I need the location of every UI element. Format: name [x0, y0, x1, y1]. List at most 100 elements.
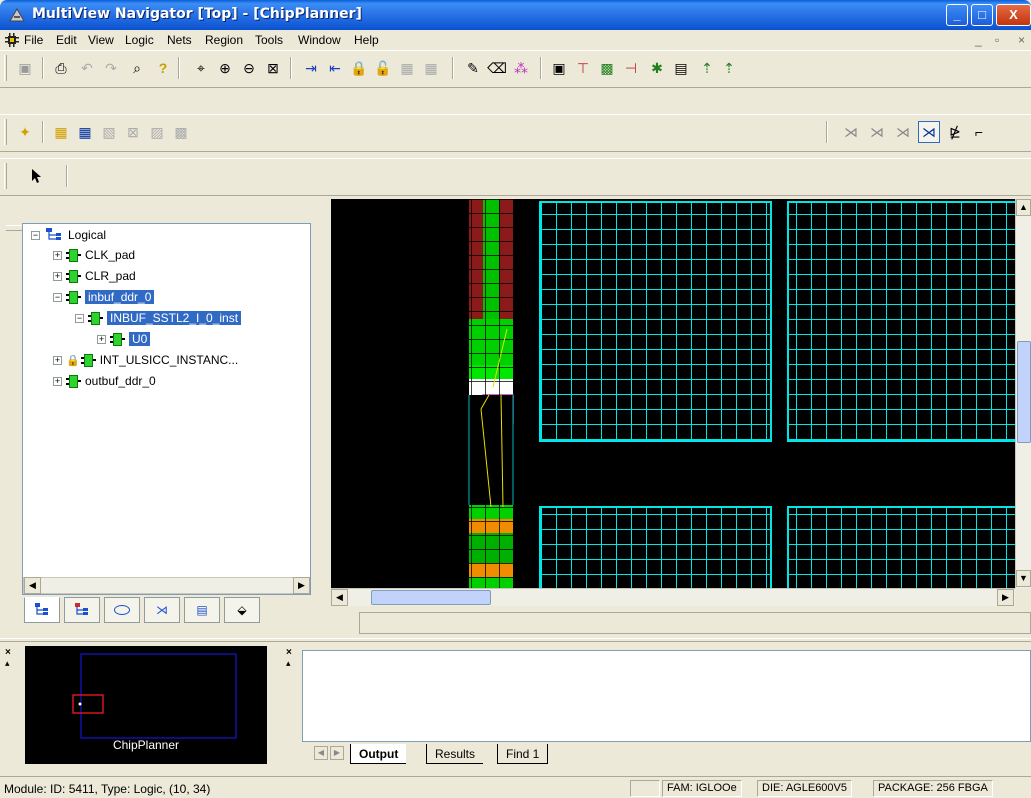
scroll-left-icon[interactable]: ◀ — [24, 577, 41, 594]
logic-block-bottom-right[interactable] — [787, 506, 1015, 588]
lock-icon[interactable]: 🔒 — [348, 57, 370, 79]
tab-find-1[interactable]: Find 1 — [497, 744, 549, 764]
menu-edit[interactable]: Edit — [56, 33, 77, 47]
zoom-fit-icon[interactable]: ⊠ — [262, 57, 284, 79]
commit-icon[interactable]: ⇥ — [300, 57, 322, 79]
scroll-up-icon[interactable]: ▲ — [1016, 199, 1031, 216]
zoom-area-icon[interactable]: ⌖ — [190, 57, 212, 79]
color-icon[interactable]: ⁂ — [510, 57, 532, 79]
maximize-button[interactable]: □ — [971, 4, 993, 26]
net-mid-icon[interactable]: ⋊ — [866, 121, 888, 143]
scroll-right-icon[interactable]: ▶ — [293, 577, 310, 594]
tree-node-clr-pad[interactable]: + CLR_pad — [53, 267, 136, 285]
toolbar-grip[interactable] — [4, 163, 7, 189]
scroll-down-icon[interactable]: ▼ — [1016, 570, 1031, 587]
menu-help[interactable]: Help — [354, 33, 379, 47]
tab-scroll-right-icon[interactable]: ▶ — [330, 746, 344, 760]
menu-logic[interactable]: Logic — [125, 33, 154, 47]
menu-nets[interactable]: Nets — [167, 33, 192, 47]
ratsnest-icon[interactable]: ⋭ — [944, 121, 966, 143]
region-edit-icon[interactable]: ▧ — [98, 121, 120, 143]
toolbar-grip[interactable] — [4, 55, 7, 81]
net-left-icon[interactable]: ⋊ — [840, 121, 862, 143]
tab-net-view[interactable]: ⋊ — [144, 597, 180, 623]
tab-3d-view[interactable]: ⬙ — [224, 597, 260, 623]
minimap-close-icon[interactable]: × — [5, 648, 19, 658]
tab-scroll-left-icon[interactable]: ◀ — [314, 746, 328, 760]
scroll-left-icon[interactable]: ◀ — [331, 589, 348, 606]
menu-region[interactable]: Region — [205, 33, 243, 47]
menu-tools[interactable]: Tools — [255, 33, 283, 47]
net-view-icon[interactable]: ▩ — [596, 57, 618, 79]
expand-icon[interactable]: + — [53, 250, 62, 260]
minimap-float-icon[interactable]: ▴ — [5, 658, 19, 668]
logic-block-top-right[interactable] — [787, 201, 1015, 442]
menu-file[interactable]: File — [24, 33, 43, 47]
tab-results[interactable]: Results — [426, 744, 484, 764]
expand-icon[interactable]: + — [97, 334, 106, 344]
tree-horizontal-scrollbar[interactable]: ◀ ▶ — [23, 577, 310, 594]
menu-view[interactable]: View — [88, 33, 114, 47]
doc-restore-button[interactable]: ▫ — [995, 33, 999, 47]
zoom-out-icon[interactable]: ⊖ — [238, 57, 260, 79]
horizontal-scroll-thumb[interactable] — [371, 590, 491, 605]
io-column[interactable] — [468, 199, 514, 588]
close-button[interactable]: X — [996, 4, 1031, 26]
unlock-icon[interactable]: 🔓 — [372, 57, 394, 79]
find-icon[interactable]: ⌕ — [126, 57, 148, 79]
canvas-vertical-scrollbar[interactable]: ▲ ▼ — [1015, 199, 1031, 588]
pencil-icon[interactable]: ✎ — [462, 57, 484, 79]
tree-node-outbuf-ddr-0[interactable]: + outbuf_ddr_0 — [53, 372, 156, 390]
chip-view-icon[interactable]: ▣ — [548, 57, 570, 79]
hierarchy-icon[interactable]: ⊤ — [572, 57, 594, 79]
block-icon[interactable]: ▤ — [670, 57, 692, 79]
tree-root[interactable]: − Logical — [31, 226, 106, 244]
logic-block-bottom-left[interactable] — [539, 506, 772, 588]
region-grid-icon[interactable]: ▦ — [74, 121, 96, 143]
save-icon[interactable]: ▣ — [14, 57, 36, 79]
collapse-icon[interactable]: − — [31, 230, 40, 240]
lock-all-icon[interactable]: ▦ — [396, 57, 418, 79]
chip-layout[interactable] — [331, 199, 1015, 588]
collapse-icon[interactable]: − — [53, 292, 62, 302]
region-add-icon[interactable]: ▦ — [50, 121, 72, 143]
trace-back-icon[interactable]: ⇡ — [696, 57, 718, 79]
minimap-pane[interactable]: ChipPlanner — [25, 646, 267, 764]
unlock-all-icon[interactable]: ▦ — [420, 57, 442, 79]
undo-icon[interactable]: ↶ — [76, 57, 98, 79]
trace-forward-icon[interactable]: ⇡ — [718, 57, 740, 79]
revert-icon[interactable]: ⇤ — [324, 57, 346, 79]
route-icon[interactable]: ✱ — [646, 57, 668, 79]
canvas-horizontal-scrollbar[interactable]: ◀ ▶ — [331, 588, 1015, 606]
toolbar-grip[interactable] — [4, 119, 7, 145]
net-all-icon[interactable]: ⋊ — [918, 121, 940, 143]
tree-node-inbuf-sstl2-inst[interactable]: − INBUF_SSTL2_I_0_inst — [75, 309, 242, 327]
help-icon[interactable]: ? — [152, 57, 174, 79]
expand-icon[interactable]: + — [53, 271, 62, 281]
tab-output[interactable]: Output — [350, 744, 407, 764]
print-icon[interactable]: ⎙ — [50, 57, 72, 79]
tab-region-view[interactable] — [104, 597, 140, 623]
output-close-icon[interactable]: × — [286, 648, 300, 658]
region-delete-icon[interactable]: ⊠ — [122, 121, 144, 143]
pane-splitter[interactable] — [0, 638, 1031, 642]
floor-icon[interactable]: ⌐ — [968, 121, 990, 143]
redo-icon[interactable]: ↷ — [100, 57, 122, 79]
port-icon[interactable]: ⊣ — [620, 57, 642, 79]
collapse-icon[interactable]: − — [75, 313, 84, 323]
pointer-icon[interactable] — [26, 165, 48, 187]
minimize-button[interactable]: _ — [946, 4, 968, 26]
expand-icon[interactable]: + — [53, 355, 62, 365]
menu-window[interactable]: Window — [298, 33, 341, 47]
new-region-icon[interactable]: ✦ — [14, 121, 36, 143]
tab-physical-view[interactable] — [64, 597, 100, 623]
tree-node-inbuf-ddr-0[interactable]: − inbuf_ddr_0 — [53, 288, 155, 306]
doc-minimize-button[interactable]: _ — [975, 33, 982, 47]
expand-icon[interactable]: + — [53, 376, 62, 386]
tree-node-clk-pad[interactable]: + CLK_pad — [53, 246, 135, 264]
doc-close-button[interactable]: × — [1018, 33, 1025, 47]
vertical-scroll-thumb[interactable] — [1017, 341, 1031, 443]
zoom-in-icon[interactable]: ⊕ — [214, 57, 236, 79]
scroll-right-icon[interactable]: ▶ — [997, 589, 1014, 606]
output-float-icon[interactable]: ▴ — [286, 658, 300, 668]
